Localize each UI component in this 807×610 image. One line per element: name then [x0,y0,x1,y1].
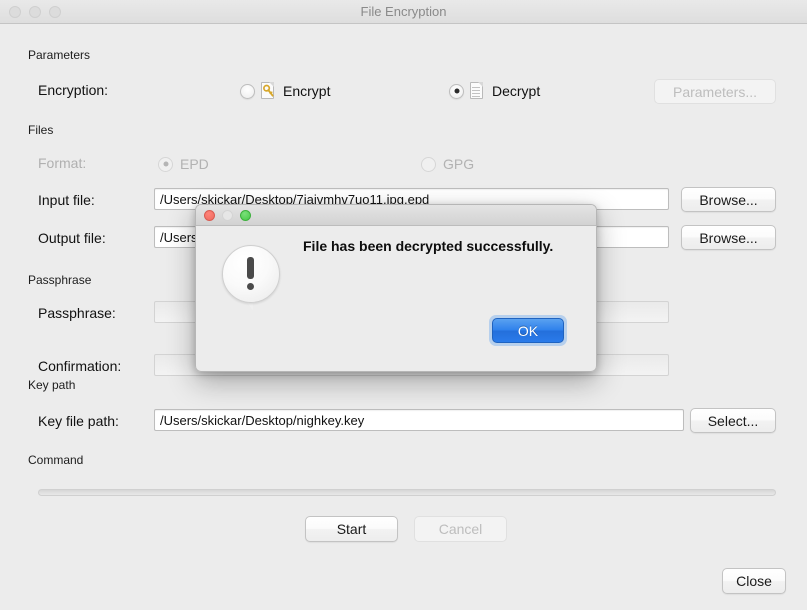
encryption-label: Encryption: [38,82,109,98]
radio-format-gpg-indicator[interactable] [421,156,436,172]
input-file-browse-button[interactable]: Browse... [681,187,776,212]
confirmation-label: Confirmation: [38,358,122,374]
ok-button[interactable]: OK [492,318,564,343]
success-dialog: File has been decrypted successfully. OK [195,204,597,372]
radio-format-gpg[interactable]: GPG [421,156,474,172]
close-window-button[interactable]: Close [722,568,786,594]
dialog-close-button[interactable] [204,210,215,221]
dialog-zoom-button[interactable] [240,210,251,221]
input-file-label: Input file: [38,192,95,208]
dialog-titlebar [196,205,596,226]
radio-encrypt[interactable]: Encrypt [240,82,330,100]
radio-format-epd-label: EPD [180,156,209,172]
group-title-parameters: Parameters [28,48,91,62]
file-encryption-window: File Encryption Parameters Encryption: E… [0,0,807,610]
progress-bar [38,489,776,496]
group-title-passphrase: Passphrase [28,273,92,287]
radio-format-epd[interactable]: EPD [158,156,209,172]
window-title: File Encryption [360,4,447,19]
key-file-select-button[interactable]: Select... [690,408,776,433]
passphrase-label: Passphrase: [38,305,116,321]
alert-bubble-icon [222,245,280,313]
dialog-minimize-button[interactable] [222,210,233,221]
group-title-key-path: Key path [28,378,76,392]
dialog-message: File has been decrypted successfully. [303,238,554,254]
group-title-command: Command [28,453,84,467]
document-key-icon [261,82,276,100]
start-button[interactable]: Start [305,516,398,542]
radio-decrypt[interactable]: Decrypt [449,82,540,100]
window-titlebar: File Encryption [0,0,807,24]
document-icon [470,82,485,100]
radio-decrypt-label: Decrypt [492,83,541,99]
radio-encrypt-label: Encrypt [283,83,331,99]
radio-format-gpg-label: GPG [443,156,475,172]
output-file-label: Output file: [38,230,106,246]
dialog-traffic-lights [204,210,251,221]
output-file-browse-button[interactable]: Browse... [681,225,776,250]
format-label: Format: [38,155,87,171]
key-file-label: Key file path: [38,413,119,429]
radio-encrypt-indicator[interactable] [240,83,255,99]
key-file-field[interactable]: /Users/skickar/Desktop/nighkey.key [154,409,684,431]
radio-decrypt-indicator[interactable] [449,83,464,99]
radio-format-epd-indicator[interactable] [158,156,173,172]
cancel-button[interactable]: Cancel [414,516,507,542]
group-title-files: Files [28,123,54,137]
parameters-button[interactable]: Parameters... [654,79,776,104]
